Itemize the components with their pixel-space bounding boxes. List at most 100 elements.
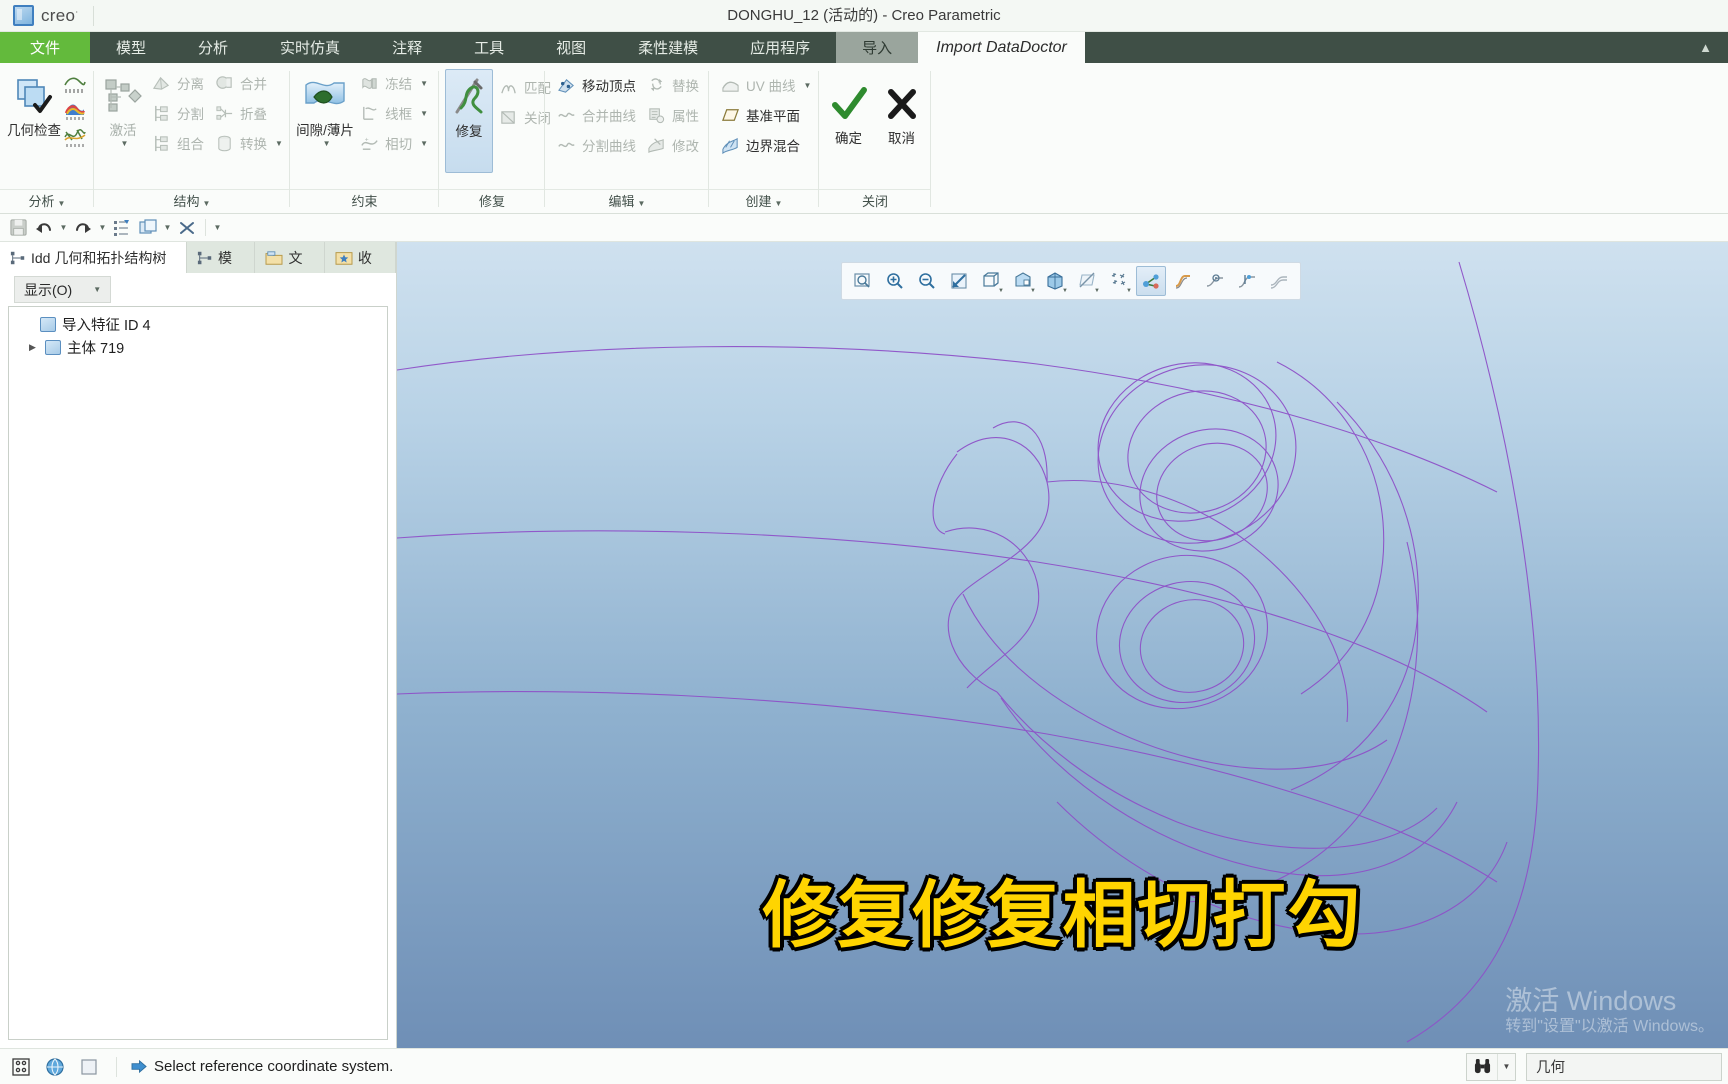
boundary-blend-icon	[720, 135, 741, 156]
close-surface-icon	[498, 107, 519, 128]
deviation-icon[interactable]	[62, 125, 88, 151]
geometry-check-button[interactable]: 几何检查	[6, 69, 62, 139]
feature-tree[interactable]: 导入特征 ID 4 ▶ 主体 719	[8, 306, 388, 1040]
datum-display-off-icon[interactable]: ▼	[1072, 266, 1102, 296]
tree-item-import-feature[interactable]: 导入特征 ID 4	[9, 313, 387, 336]
tree-filters-icon[interactable]	[8, 1054, 34, 1080]
ribbon-group-create-label[interactable]: 创建 ▼	[709, 189, 819, 213]
convert-caret-icon[interactable]: ▼	[275, 139, 283, 148]
customize-qat-icon[interactable]: ▼	[212, 217, 223, 239]
highlight-tangent-icon[interactable]	[1168, 266, 1198, 296]
ribbon-group-edit-label[interactable]: 编辑 ▼	[545, 189, 709, 213]
close-window-icon[interactable]	[175, 217, 199, 239]
combine-button[interactable]: 组合	[146, 129, 209, 157]
redo-caret-icon[interactable]: ▼	[97, 217, 108, 239]
move-vertex-button[interactable]: 移动顶点	[551, 71, 641, 99]
convert-icon	[214, 133, 235, 154]
analysis-surface-icon[interactable]	[1200, 266, 1230, 296]
tab-annotate[interactable]: 注释	[366, 32, 448, 63]
color-map-icon[interactable]	[62, 98, 88, 124]
uv-curve-caret-icon[interactable]: ▼	[804, 81, 812, 90]
cancel-button[interactable]: 取消	[878, 77, 925, 147]
redo-icon[interactable]	[71, 217, 95, 239]
find-button[interactable]: ▼	[1466, 1052, 1516, 1081]
tab-flexible-modeling[interactable]: 柔性建模	[612, 32, 724, 63]
window-icon[interactable]	[136, 217, 160, 239]
ribbon-group-structure-label[interactable]: 结构 ▼	[94, 189, 290, 213]
wireframe-button[interactable]: 线框 ▼	[354, 99, 433, 127]
tab-applications[interactable]: 应用程序	[724, 32, 836, 63]
find-caret-icon[interactable]: ▼	[1497, 1053, 1515, 1080]
ok-button[interactable]: 确定	[825, 77, 872, 147]
gap-sliver-button[interactable]: 间隙/薄片 ▼	[296, 69, 354, 148]
freeze-caret-icon[interactable]: ▼	[420, 79, 428, 88]
tab-analysis[interactable]: 分析	[172, 32, 254, 63]
show-button[interactable]: 显示(O) ▼	[14, 276, 112, 303]
display-shaded-edges-icon[interactable]: ▼	[1040, 266, 1070, 296]
graphics-viewport[interactable]: ▼ ▼ ▼ ▼ ▼ 修复修复相切打勾 激活 Windows 转到"设置"以激活 …	[397, 242, 1728, 1048]
boundary-blend-button[interactable]: 边界混合	[715, 131, 816, 159]
display-wireframe-icon[interactable]: ▼	[976, 266, 1006, 296]
uv-curve-button[interactable]: UV 曲线 ▼	[715, 71, 816, 99]
gap-sliver-caret-icon[interactable]: ▼	[323, 139, 331, 148]
regenerate-icon[interactable]	[110, 217, 134, 239]
expand-triangle-icon[interactable]: ▶	[26, 342, 39, 353]
combine-label: 组合	[177, 137, 204, 152]
display-shaded-icon[interactable]: ▼	[1008, 266, 1038, 296]
freeze-button[interactable]: 冻结 ▼	[354, 69, 433, 97]
dropdown-dot-icon: ▼	[1030, 288, 1036, 294]
modify-button[interactable]: 修改	[641, 131, 704, 159]
refit-icon[interactable]	[944, 266, 974, 296]
tree-item-import-feature-label: 导入特征 ID 4	[62, 318, 151, 334]
tab-view[interactable]: 视图	[530, 32, 612, 63]
replace-button[interactable]: 替换	[641, 71, 704, 99]
fold-label: 折叠	[240, 107, 267, 122]
undo-icon[interactable]	[32, 217, 56, 239]
separate-icon	[151, 73, 172, 94]
activate-caret-icon[interactable]: ▼	[121, 139, 129, 148]
tab-model[interactable]: 模型	[90, 32, 172, 63]
show-connections-icon[interactable]	[1136, 266, 1166, 296]
panel-tab-idd-tree[interactable]: Idd 几何和拓扑结构树	[0, 242, 187, 273]
zoom-to-fit-icon[interactable]	[848, 266, 878, 296]
collapse-ribbon-icon[interactable]: ▲	[1699, 32, 1712, 63]
shade-quilt-icon[interactable]	[1264, 266, 1294, 296]
repair-button[interactable]: 修复	[445, 69, 493, 173]
separate-button[interactable]: 分离	[146, 69, 209, 97]
merge-curve-button[interactable]: 合并曲线	[551, 101, 641, 129]
merge-button[interactable]: 合并	[209, 69, 288, 97]
curvature-plot-icon[interactable]	[62, 71, 88, 97]
save-icon[interactable]	[6, 217, 30, 239]
tangent-caret-icon[interactable]: ▼	[420, 139, 428, 148]
ribbon-group-create: UV 曲线 ▼ 基准平面 边界混合 创建 ▼	[709, 63, 819, 213]
datum-plane-button[interactable]: 基准平面	[715, 101, 816, 129]
undo-caret-icon[interactable]: ▼	[58, 217, 69, 239]
ribbon-group-analysis-label[interactable]: 分析 ▼	[0, 189, 94, 213]
panel-tab-model-tree[interactable]: 模	[186, 242, 256, 273]
tab-file[interactable]: 文件	[0, 32, 91, 63]
split-button[interactable]: 分割	[146, 99, 209, 127]
datum-display-icon[interactable]: ▼	[1104, 266, 1134, 296]
split-label: 分割	[177, 107, 204, 122]
panel-tab-favorites[interactable]: 收	[324, 242, 396, 273]
window-caret-icon[interactable]: ▼	[162, 217, 173, 239]
tab-live-sim[interactable]: 实时仿真	[254, 32, 366, 63]
tangent-button[interactable]: + 相切 ▼	[354, 129, 433, 157]
properties-button[interactable]: 属性	[641, 101, 704, 129]
activate-button[interactable]: 激活 ▼	[100, 69, 146, 148]
zoom-in-icon[interactable]	[880, 266, 910, 296]
blank-icon[interactable]	[76, 1054, 102, 1080]
panel-tab-folder[interactable]: 文	[255, 242, 325, 273]
tab-tools[interactable]: 工具	[448, 32, 530, 63]
geometry-field[interactable]: 几何	[1526, 1052, 1722, 1081]
zoom-out-icon[interactable]	[912, 266, 942, 296]
tree-item-body[interactable]: ▶ 主体 719	[9, 336, 387, 359]
globe-icon[interactable]	[42, 1054, 68, 1080]
fold-button[interactable]: 折叠	[209, 99, 288, 127]
show-vertices-icon[interactable]	[1232, 266, 1262, 296]
tab-import-datadoctor[interactable]: Import DataDoctor	[918, 32, 1085, 63]
wireframe-caret-icon[interactable]: ▼	[420, 109, 428, 118]
tab-import[interactable]: 导入	[836, 32, 919, 63]
convert-button[interactable]: 转换 ▼	[209, 129, 288, 157]
split-curve-button[interactable]: 分割曲线	[551, 131, 641, 159]
